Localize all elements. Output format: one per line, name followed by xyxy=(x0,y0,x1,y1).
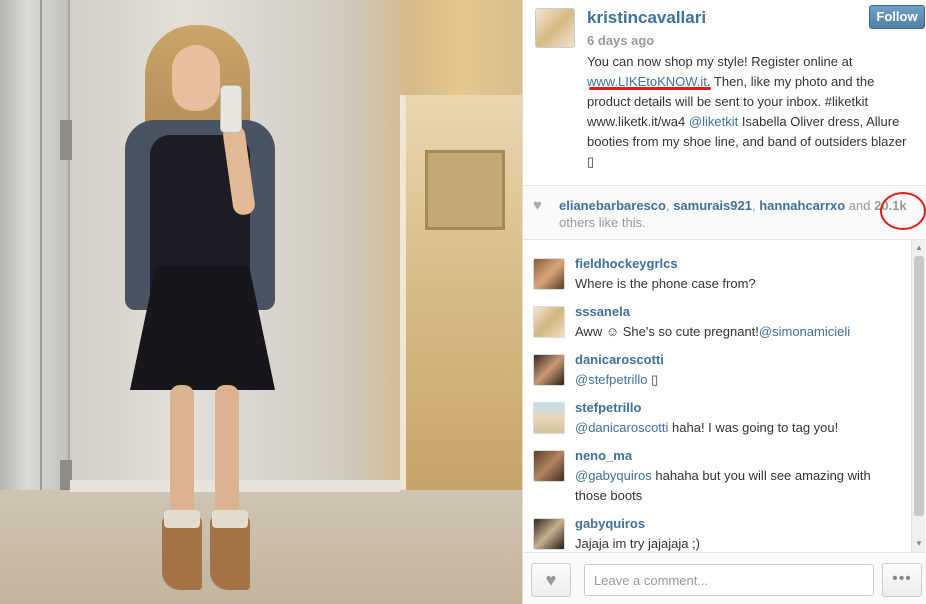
annotation-underline xyxy=(589,87,711,90)
follow-button[interactable]: Follow xyxy=(869,5,925,29)
more-options-button[interactable]: ••• xyxy=(882,563,922,597)
comment-body: Jajaja im try jajajaja ;) xyxy=(575,536,700,551)
list-item: neno_ma @gabyquiros hahaha but you will … xyxy=(533,442,903,503)
comment-body: Where is the phone case from? xyxy=(575,276,756,291)
caption-text: You can now shop my style! Register onli… xyxy=(587,54,853,69)
comment-text: Aww ☺ She's so cute pregnant!@simonamici… xyxy=(575,322,905,342)
comment-body: haha! I was going to tag you! xyxy=(668,420,839,435)
post-details-panel: kristincavallari 6 days ago Follow You c… xyxy=(522,0,926,604)
liker-username[interactable]: samurais921 xyxy=(673,198,752,213)
leg xyxy=(170,385,194,525)
boot-cuff xyxy=(164,510,200,528)
scroll-thumb[interactable] xyxy=(914,256,924,516)
comment-text: Where is the phone case from? xyxy=(575,274,905,294)
comment-text: @danicaroscotti haha! I was going to tag… xyxy=(575,418,905,438)
comment-input[interactable] xyxy=(584,564,874,596)
comment-mention[interactable]: @danicaroscotti xyxy=(575,420,668,435)
avatar[interactable] xyxy=(533,354,565,386)
comment-username[interactable]: stefpetrillo xyxy=(575,400,641,415)
door-hinge xyxy=(60,120,72,160)
likes-summary: elianebarbaresco, samurais921, hannahcar… xyxy=(559,198,907,230)
more-icon: ••• xyxy=(892,570,912,587)
avatar[interactable] xyxy=(533,450,565,482)
avatar[interactable] xyxy=(533,258,565,290)
boot-cuff xyxy=(212,510,248,528)
list-item: fieldhockeygrlcs Where is the phone case… xyxy=(533,250,903,298)
list-item: gabyquiros Jajaja im try jajajaja ;) xyxy=(533,510,903,552)
face xyxy=(172,45,220,111)
comment-username[interactable]: fieldhockeygrlcs xyxy=(575,256,678,271)
heart-icon: ♥ xyxy=(545,570,557,590)
list-item: sssanela Aww ☺ She's so cute pregnant!@s… xyxy=(533,298,903,346)
comments-list: fieldhockeygrlcs Where is the phone case… xyxy=(523,240,926,552)
likes-and: and xyxy=(845,198,875,213)
phone xyxy=(220,85,242,133)
liker-username[interactable]: hannahcarrxo xyxy=(759,198,845,213)
comment-username[interactable]: gabyquiros xyxy=(575,516,645,531)
comment-mention[interactable]: @simonamicieli xyxy=(759,324,850,339)
like-button[interactable]: ♥ xyxy=(531,563,571,597)
comment-text: @gabyquiros hahaha but you will see amaz… xyxy=(575,466,905,506)
post-timestamp[interactable]: 6 days ago xyxy=(587,33,654,48)
caption-mention[interactable]: @liketkit xyxy=(689,114,738,129)
comment-username[interactable]: neno_ma xyxy=(575,448,632,463)
avatar[interactable] xyxy=(533,306,565,338)
comment-body: Aww ☺ She's so cute pregnant! xyxy=(575,324,759,339)
likes-row: ♥ elianebarbaresco, samurais921, hannahc… xyxy=(523,185,926,240)
post-caption: You can now shop my style! Register onli… xyxy=(587,52,917,172)
comment-text: @stefpetrillo ▯ xyxy=(575,370,905,390)
post-photo xyxy=(0,0,522,604)
avatar[interactable] xyxy=(533,518,565,550)
comment-mention[interactable]: @stefpetrillo xyxy=(575,372,647,387)
comment-text: Jajaja im try jajajaja ;) xyxy=(575,534,905,552)
avatar[interactable] xyxy=(533,402,565,434)
heart-icon: ♥ xyxy=(533,197,542,214)
emoji-glyph: ▯ xyxy=(587,154,595,169)
comment-username[interactable]: sssanela xyxy=(575,304,630,319)
annotation-circle xyxy=(880,192,926,230)
leg xyxy=(215,385,239,525)
scroll-down-icon[interactable]: ▼ xyxy=(913,538,925,550)
comment-username[interactable]: danicaroscotti xyxy=(575,352,664,367)
avatar[interactable] xyxy=(535,8,575,48)
liker-username[interactable]: elianebarbaresco xyxy=(559,198,666,213)
comments-scrollbar[interactable]: ▲ ▼ xyxy=(911,240,925,552)
likes-suffix: others like this. xyxy=(559,215,646,230)
post-header: kristincavallari 6 days ago Follow You c… xyxy=(523,0,926,185)
comment-body: ▯ xyxy=(647,372,659,387)
scroll-up-icon[interactable]: ▲ xyxy=(913,242,925,254)
wall-picture xyxy=(425,150,505,230)
woman-figure xyxy=(110,15,290,595)
comment-footer: ♥ ••• xyxy=(523,552,926,604)
list-item: stefpetrillo @danicaroscotti haha! I was… xyxy=(533,394,903,442)
post-username[interactable]: kristincavallari xyxy=(587,8,706,28)
comment-mention[interactable]: @gabyquiros xyxy=(575,468,652,483)
list-item: danicaroscotti @stefpetrillo ▯ xyxy=(533,346,903,394)
